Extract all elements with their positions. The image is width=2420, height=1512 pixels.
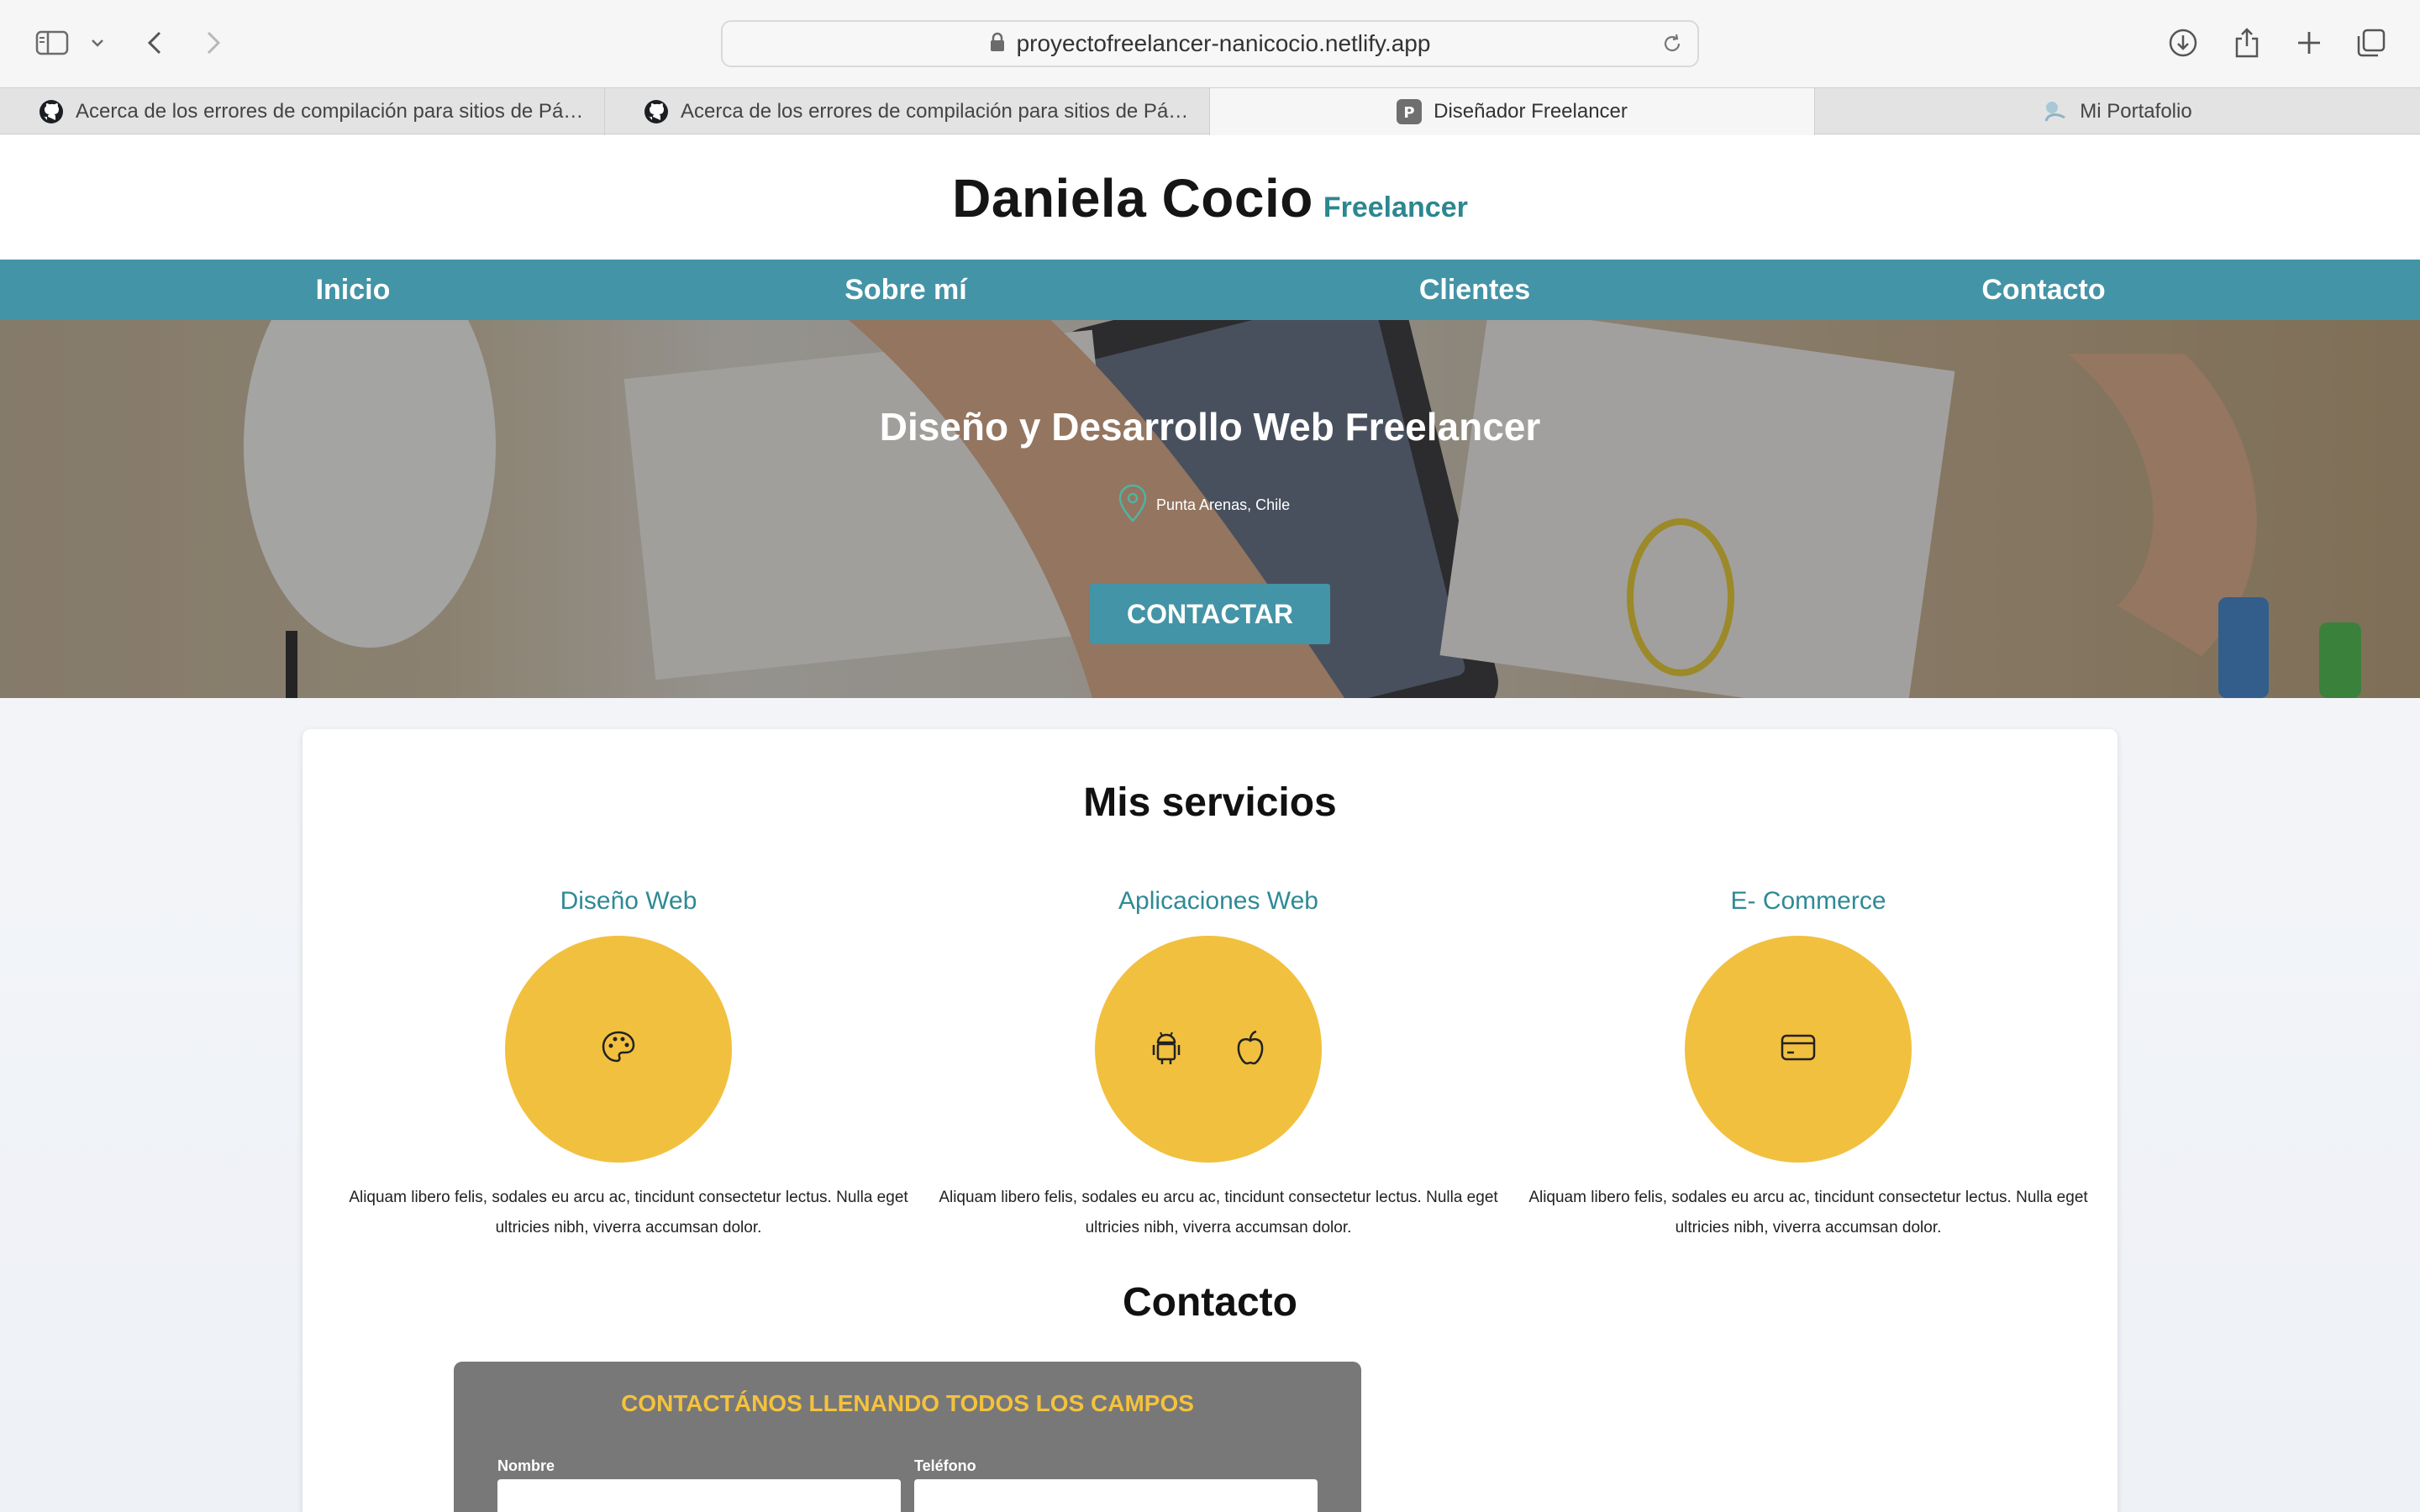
tab-mi-portafolio[interactable]: Mi Portafolio [1815, 88, 2420, 135]
back-icon[interactable] [139, 18, 170, 67]
hero-title: Diseño y Desarrollo Web Freelancer [879, 405, 1541, 449]
p-letter-icon: P [1397, 99, 1423, 124]
forward-icon[interactable] [198, 18, 229, 67]
brand-name: Daniela Cocio [952, 168, 1313, 228]
service-title: E- Commerce [1730, 887, 1886, 915]
service-icon-circle [505, 936, 732, 1163]
hero-location: Punta Arenas, Chile [1118, 483, 1290, 528]
tab-overview-icon[interactable] [2354, 18, 2388, 67]
github-icon [39, 99, 64, 124]
tab-label: Mi Portafolio [2080, 100, 2192, 123]
name-input[interactable] [497, 1479, 901, 1512]
phone-input[interactable] [914, 1479, 1318, 1512]
tab-label: Diseñador Freelancer [1434, 100, 1628, 123]
tab-label: Acerca de los errores de compilación par… [76, 100, 584, 123]
apple-icon [1234, 1029, 1267, 1070]
download-icon[interactable] [2166, 18, 2200, 67]
chevron-down-icon[interactable] [87, 18, 108, 67]
tab-disenador-freelancer[interactable]: P Diseñador Freelancer [1210, 88, 1815, 135]
hero-banner: Diseño y Desarrollo Web Freelancer Punta… [0, 320, 2420, 698]
sidebar-toggle-icon[interactable] [32, 18, 72, 67]
new-tab-icon[interactable] [2292, 18, 2326, 67]
name-label: Nombre [497, 1457, 555, 1474]
contact-cta-button[interactable]: CONTACTAR [1090, 584, 1330, 644]
service-title: Aplicaciones Web [1118, 887, 1318, 915]
form-title: CONTACTÁNOS LLENANDO TODOS LOS CAMPOS [621, 1390, 1194, 1416]
tab-github-1[interactable]: Acerca de los errores de compilación par… [0, 88, 605, 135]
location-text: Punta Arenas, Chile [1156, 496, 1291, 513]
credit-card-icon [1780, 1033, 1817, 1066]
nav-sobre-mi[interactable]: Sobre mí [822, 260, 990, 320]
address-bar[interactable]: proyectofreelancer-nanicocio.netlify.app [721, 20, 1699, 67]
nav-clientes[interactable]: Clientes [1391, 260, 1559, 320]
phone-label: Teléfono [914, 1457, 976, 1474]
nav-contacto[interactable]: Contacto [1960, 260, 2128, 320]
brand-tag: Freelancer [1323, 192, 1468, 223]
palette-icon [600, 1029, 637, 1070]
service-icon-circle [1685, 936, 1912, 1163]
reload-icon[interactable] [1660, 32, 1684, 60]
lock-icon [990, 32, 1005, 56]
main-nav: Inicio Sobre mí Clientes Contacto [0, 260, 2420, 320]
browser-toolbar: proyectofreelancer-nanicocio.netlify.app [0, 0, 2420, 87]
service-icon-circle [1095, 936, 1322, 1163]
map-pin-icon [1118, 483, 1148, 528]
tab-strip: Acerca de los errores de compilación par… [0, 87, 2420, 135]
tab-github-2[interactable]: Acerca de los errores de compilación par… [605, 88, 1210, 135]
svg-text:P: P [1404, 104, 1415, 122]
contact-title: Contacto [1123, 1280, 1297, 1325]
service-title: Diseño Web [560, 887, 697, 915]
share-icon[interactable] [2230, 18, 2264, 67]
service-description: Aliquam libero felis, sodales eu arcu ac… [1528, 1189, 2088, 1236]
url-text: proyectofreelancer-nanicocio.netlify.app [1016, 30, 1431, 56]
brand[interactable]: Daniela Cocio Freelancer [0, 167, 2420, 229]
contact-form: CONTACTÁNOS LLENANDO TODOS LOS CAMPOS No… [454, 1362, 1361, 1512]
github-icon [644, 99, 669, 124]
nav-inicio[interactable]: Inicio [269, 260, 437, 320]
service-description: Aliquam libero felis, sodales eu arcu ac… [939, 1189, 1498, 1236]
services-title: Mis servicios [1083, 780, 1337, 825]
portfolio-icon [2043, 99, 2068, 124]
android-icon [1150, 1029, 1183, 1070]
web-page: Daniela Cocio Freelancer Inicio Sobre mí … [0, 135, 2420, 1512]
site-header: Daniela Cocio Freelancer [0, 135, 2420, 260]
tab-label: Acerca de los errores de compilación par… [681, 100, 1189, 123]
service-description: Aliquam libero felis, sodales eu arcu ac… [349, 1189, 908, 1236]
